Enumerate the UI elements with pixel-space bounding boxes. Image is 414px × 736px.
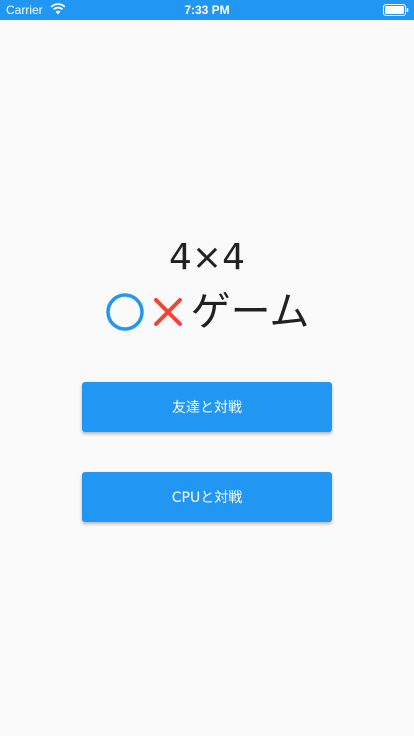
cross-mark-icon xyxy=(153,298,182,326)
status-bar: Carrier 7:33 PM xyxy=(0,0,414,20)
circle-mark-icon xyxy=(105,293,144,331)
clock: 7:33 PM xyxy=(184,3,230,17)
vs-friend-button[interactable]: 友達と対戦 xyxy=(82,382,332,432)
vs-cpu-button[interactable]: CPUと対戦 xyxy=(82,472,332,522)
board-size-title: 4×4 xyxy=(169,237,245,278)
vs-friend-button-label: 友達と対戦 xyxy=(172,400,242,416)
game-title-text: ゲーム xyxy=(190,289,310,335)
game-title: ゲーム xyxy=(0,286,414,338)
battery-icon xyxy=(383,4,409,16)
vs-cpu-button-label: CPUと対戦 xyxy=(171,490,243,506)
